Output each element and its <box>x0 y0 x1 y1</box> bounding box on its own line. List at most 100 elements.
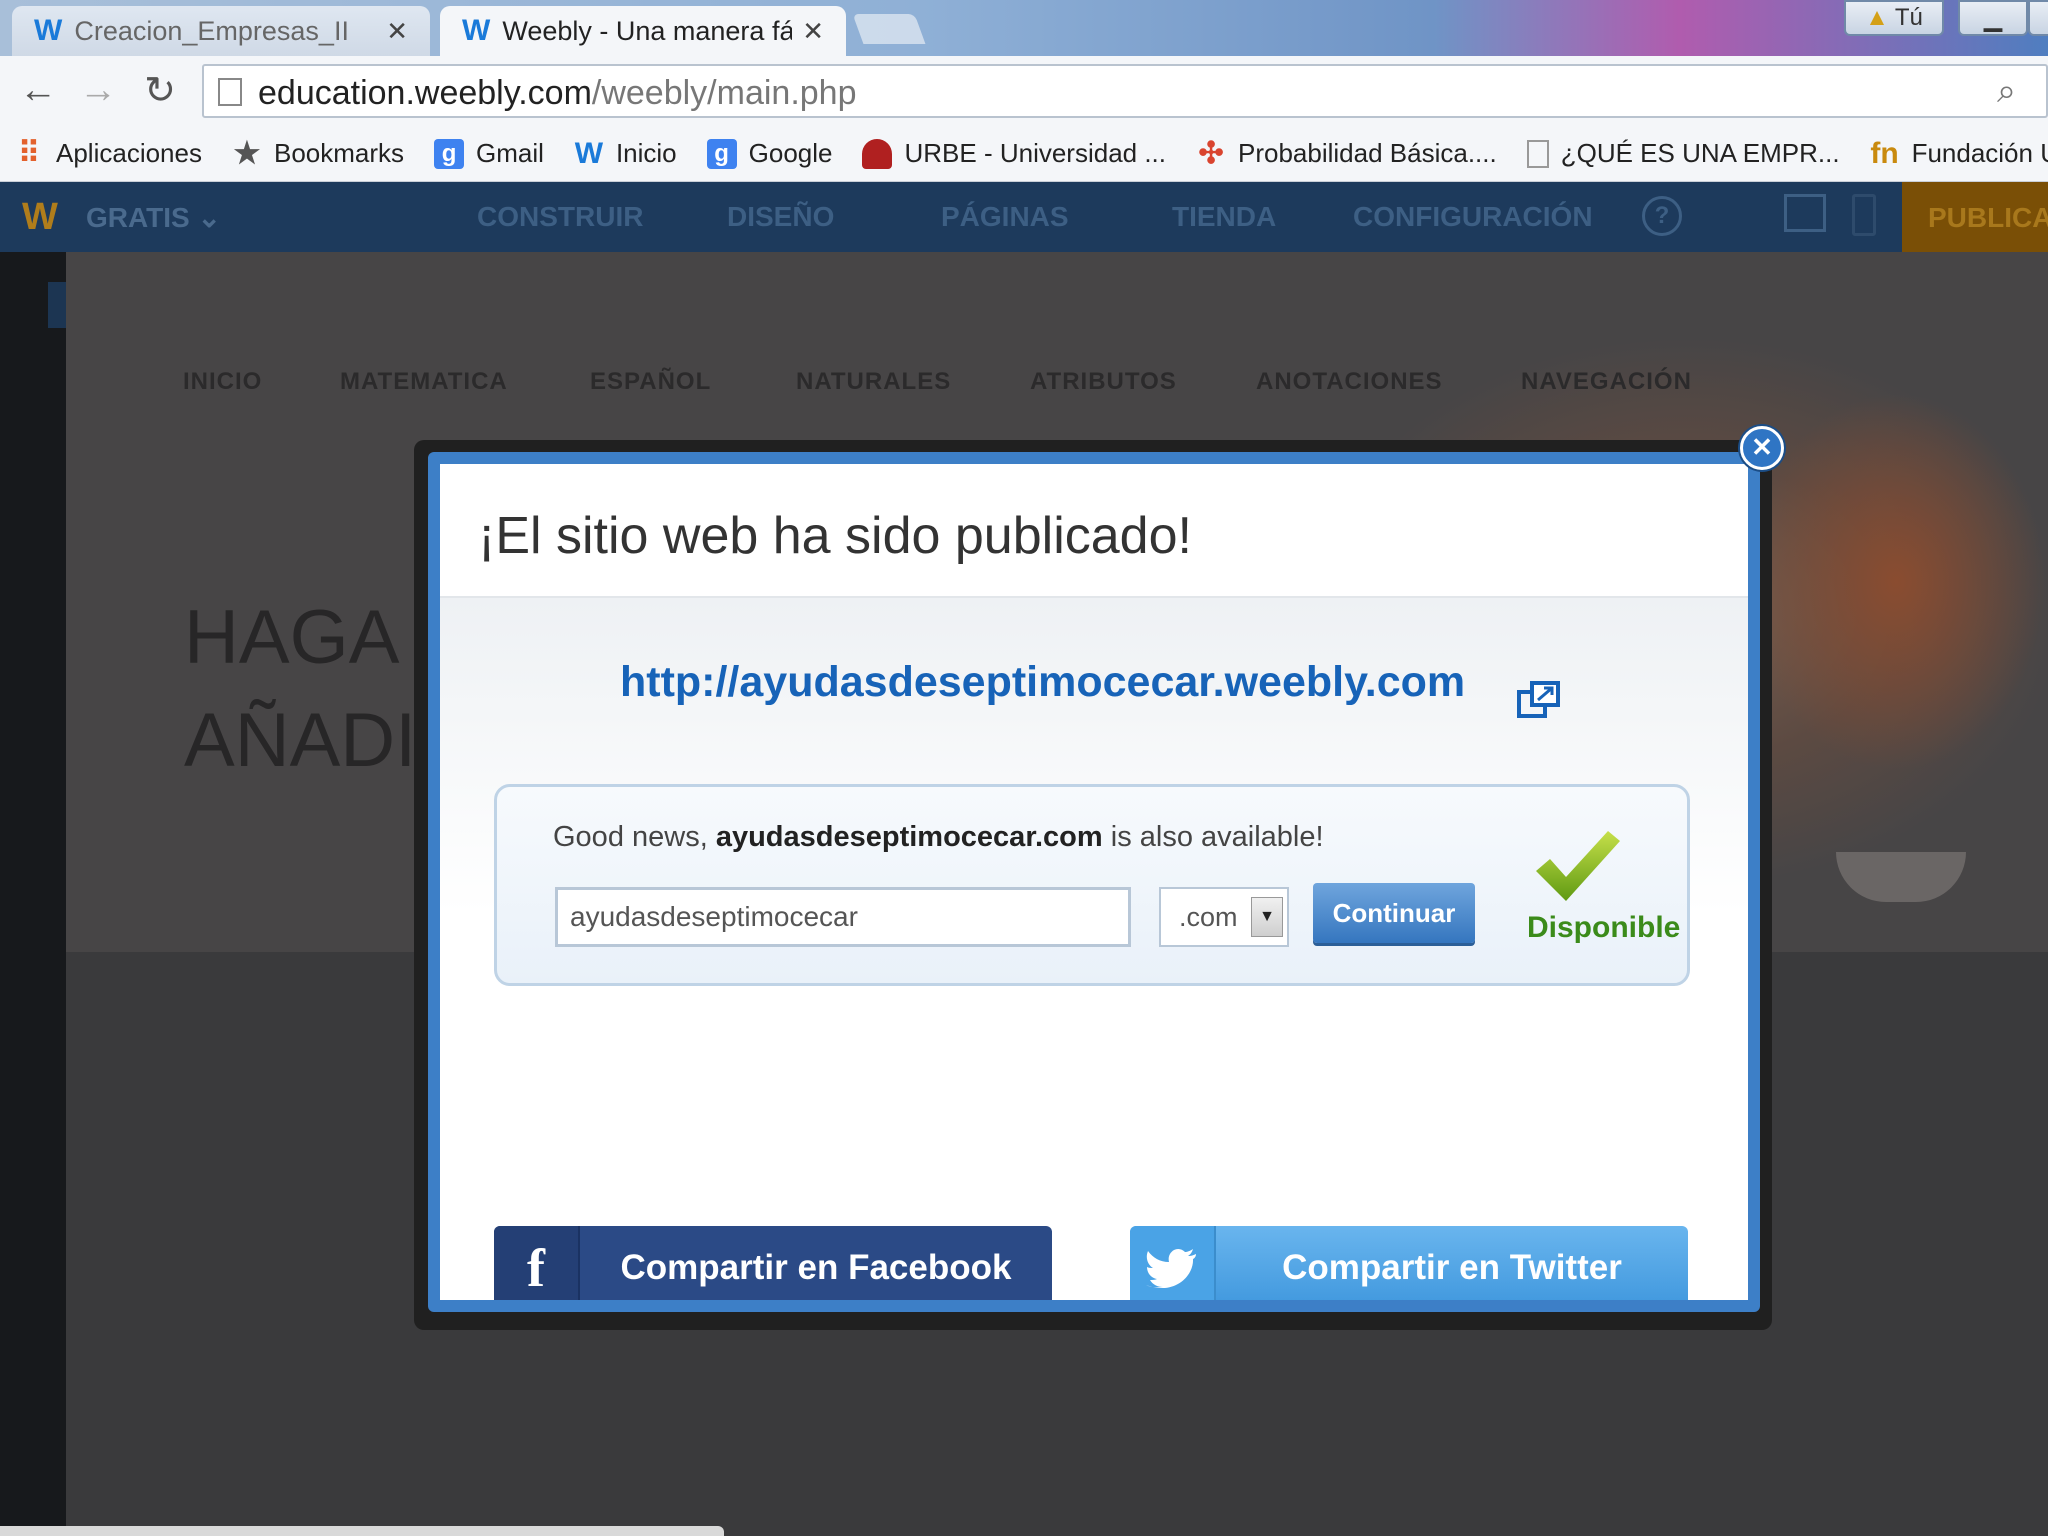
continue-button[interactable]: Continuar <box>1313 883 1475 943</box>
forward-button[interactable]: → <box>76 68 120 112</box>
browser-tab-active[interactable]: W Weebly - Una manera fác ✕ <box>440 6 846 56</box>
bookmark-label: Google <box>748 138 833 168</box>
bookmark-item[interactable]: ★ Bookmarks <box>232 137 405 170</box>
tab-configuracion[interactable]: CONFIGURACIÓN <box>1353 201 1593 233</box>
bookmark-label: Fundación Univer <box>1911 138 2048 168</box>
new-tab-button[interactable] <box>852 14 926 44</box>
bookmarks-bar: ⠿ Aplicaciones ★ Bookmarks g Gmail W Ini… <box>0 126 2048 182</box>
bookmark-item[interactable]: URBE - Universidad ... <box>862 138 1166 169</box>
browser-tab-strip: W Creacion_Empresas_II ✕ W Weebly - Una … <box>0 0 2048 56</box>
reload-icon: ↻ <box>144 69 176 112</box>
site-nav-naturales[interactable]: NATURALES <box>796 368 951 396</box>
tab-tienda[interactable]: TIENDA <box>1172 201 1276 233</box>
browser-tab[interactable]: W Creacion_Empresas_II ✕ <box>12 6 430 56</box>
external-link-icon[interactable] <box>1516 680 1562 720</box>
forward-arrow-icon: → <box>79 68 117 111</box>
weebly-icon: W <box>574 136 604 170</box>
google-icon: g <box>434 138 465 169</box>
maximize-button[interactable] <box>2028 0 2048 36</box>
reload-button[interactable]: ↻ <box>138 68 182 112</box>
dialog-title: ¡El sitio web ha sido publicado! <box>478 507 1192 565</box>
site-nav-matematica[interactable]: MATEMATICA <box>340 368 508 396</box>
page-icon <box>218 78 242 106</box>
site-nav-espanol[interactable]: ESPAÑOL <box>590 368 711 396</box>
bookmark-label: Aplicaciones <box>56 138 202 168</box>
bookmark-item[interactable]: g Gmail <box>434 138 544 169</box>
tab-close-icon[interactable]: ✕ <box>802 16 824 47</box>
twitter-bird-icon <box>1130 1226 1216 1300</box>
message-prefix: Good news, <box>553 821 716 853</box>
hero-heading: AÑADI <box>184 698 417 783</box>
published-dialog-content: ¡El sitio web ha sido publicado! http://… <box>440 464 1748 1300</box>
side-panel-tab[interactable] <box>48 282 66 328</box>
url-host: education.weebly.com <box>258 74 592 112</box>
site-nav-atributos[interactable]: ATRIBUTOS <box>1030 368 1177 396</box>
profile-button[interactable]: ▲ Tú <box>1844 0 1944 36</box>
close-dialog-button[interactable]: ✕ <box>1740 426 1784 470</box>
bookmark-item[interactable]: ¿QUÉ ES UNA EMPR... <box>1526 138 1840 169</box>
hero-image <box>1746 392 2046 772</box>
available-label: Disponible <box>1527 911 1681 944</box>
help-icon[interactable]: ? <box>1642 196 1682 236</box>
tab-paginas[interactable]: PÁGINAS <box>941 201 1069 233</box>
tld-value: .com <box>1179 902 1238 932</box>
weebly-icon: W <box>34 14 63 47</box>
tab-title: Weebly - Una manera fác <box>502 15 793 46</box>
weebly-editor-bar: W GRATIS ⌄ CONSTRUIR DISEÑO PÁGINAS TIEN… <box>0 182 2048 252</box>
tab-close-icon[interactable]: ✕ <box>386 16 408 47</box>
site-nav-navegacion[interactable]: NAVEGACIÓN <box>1521 368 1692 396</box>
star-icon: ★ <box>233 137 261 170</box>
google-icon: g <box>706 138 737 169</box>
page-icon <box>1526 139 1549 168</box>
weebly-icon: W <box>462 14 491 47</box>
bookmark-label: ¿QUÉ ES UNA EMPR... <box>1560 138 1840 168</box>
minimize-icon: ▁ <box>1983 4 2003 32</box>
domain-name-input[interactable] <box>555 887 1131 947</box>
tld-select[interactable]: .com ▼ <box>1159 887 1289 947</box>
share-twitter-button[interactable]: Compartir en Twitter <box>1130 1226 1688 1300</box>
checkmark-icon <box>1536 831 1620 901</box>
url-text: education.weebly.com/weebly/main.php <box>258 74 857 113</box>
dropdown-arrow-icon[interactable]: ▼ <box>1251 897 1283 937</box>
desktop-view-icon[interactable] <box>1784 194 1826 232</box>
bookmark-item[interactable]: ✣ Probabilidad Básica.... <box>1196 137 1496 170</box>
tab-construir[interactable]: CONSTRUIR <box>477 201 643 233</box>
bookmark-item[interactable]: g Google <box>706 138 833 169</box>
horizontal-scrollbar[interactable] <box>0 1526 724 1536</box>
bookmark-label: URBE - Universidad ... <box>904 138 1167 168</box>
pinwheel-icon: ✣ <box>1198 137 1224 170</box>
bookmark-label: Inicio <box>615 138 677 168</box>
site-nav-anotaciones[interactable]: ANOTACIONES <box>1256 368 1443 396</box>
site-nav-inicio[interactable]: INICIO <box>183 368 262 396</box>
mobile-view-icon[interactable] <box>1852 194 1876 236</box>
message-suffix: is also available! <box>1102 821 1324 853</box>
published-site-link[interactable]: http://ayudasdeseptimocecar.weebly.com <box>620 658 1465 707</box>
address-bar[interactable]: education.weebly.com/weebly/main.php ⌕ <box>202 64 2048 118</box>
bookmark-label: Bookmarks <box>273 138 405 168</box>
share-facebook-label: Compartir en Facebook <box>620 1248 1012 1287</box>
bookmark-item[interactable]: fn Fundación Univer <box>1870 136 2048 170</box>
bookmark-item[interactable]: W Inicio <box>574 136 677 170</box>
weebly-logo-icon: W <box>22 196 58 238</box>
search-icon[interactable]: ⌕ <box>1997 72 2016 111</box>
tab-diseno[interactable]: DISEÑO <box>727 201 834 233</box>
browser-toolbar: ← → ↻ education.weebly.com/weebly/main.p… <box>0 56 2048 126</box>
tab-title: Creacion_Empresas_II <box>74 15 349 46</box>
published-dialog: ¡El sitio web ha sido publicado! http://… <box>428 452 1760 1312</box>
domain-offer-box: Good news, ayudasdeseptimocecar.com is a… <box>494 784 1690 986</box>
publish-button[interactable]: PUBLICA <box>1902 182 2048 252</box>
apps-grid-icon: ⠿ <box>18 137 40 170</box>
dialog-header: ¡El sitio web ha sido publicado! <box>440 464 1748 598</box>
bookmark-item[interactable]: ⠿ Aplicaciones <box>14 137 202 170</box>
back-button[interactable]: ← <box>16 68 60 112</box>
plan-dropdown[interactable]: GRATIS ⌄ <box>86 201 221 234</box>
domain-availability-message: Good news, ayudasdeseptimocecar.com is a… <box>553 821 1324 854</box>
available-domain: ayudasdeseptimocecar.com <box>715 821 1103 853</box>
fundacion-icon: fn <box>1870 136 1899 170</box>
urbe-icon <box>862 138 893 169</box>
bookmark-label: Gmail <box>476 138 544 168</box>
minimize-button[interactable]: ▁ <box>1958 0 2028 36</box>
dialog-body: http://ayudasdeseptimocecar.weebly.com G… <box>440 598 1748 1300</box>
share-facebook-button[interactable]: f Compartir en Facebook <box>494 1226 1052 1300</box>
close-icon: ✕ <box>1751 432 1773 462</box>
